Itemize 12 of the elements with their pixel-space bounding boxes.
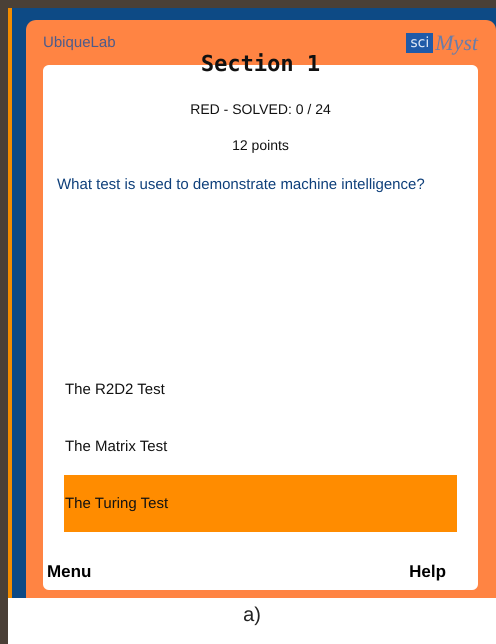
answer-option[interactable]: The Matrix Test <box>64 418 457 475</box>
brand-badge: sci <box>406 33 434 53</box>
softkey[interactable]: Menu <box>47 562 92 582</box>
softkey[interactable]: Help <box>409 562 446 582</box>
figure-caption: a) <box>242 603 262 627</box>
points-text: 12 points <box>231 137 290 153</box>
answer-option[interactable]: The Turing Test <box>64 475 457 532</box>
answer-option[interactable]: The R2D2 Test <box>64 361 457 418</box>
brand-logo: Myst <box>435 30 478 56</box>
question-text: What test is used to demonstrate machine intelligence? <box>56 175 426 195</box>
status-text: RED - SOLVED: 0 / 24 <box>189 101 332 117</box>
brand-logo: UbiqueLab <box>43 34 116 51</box>
